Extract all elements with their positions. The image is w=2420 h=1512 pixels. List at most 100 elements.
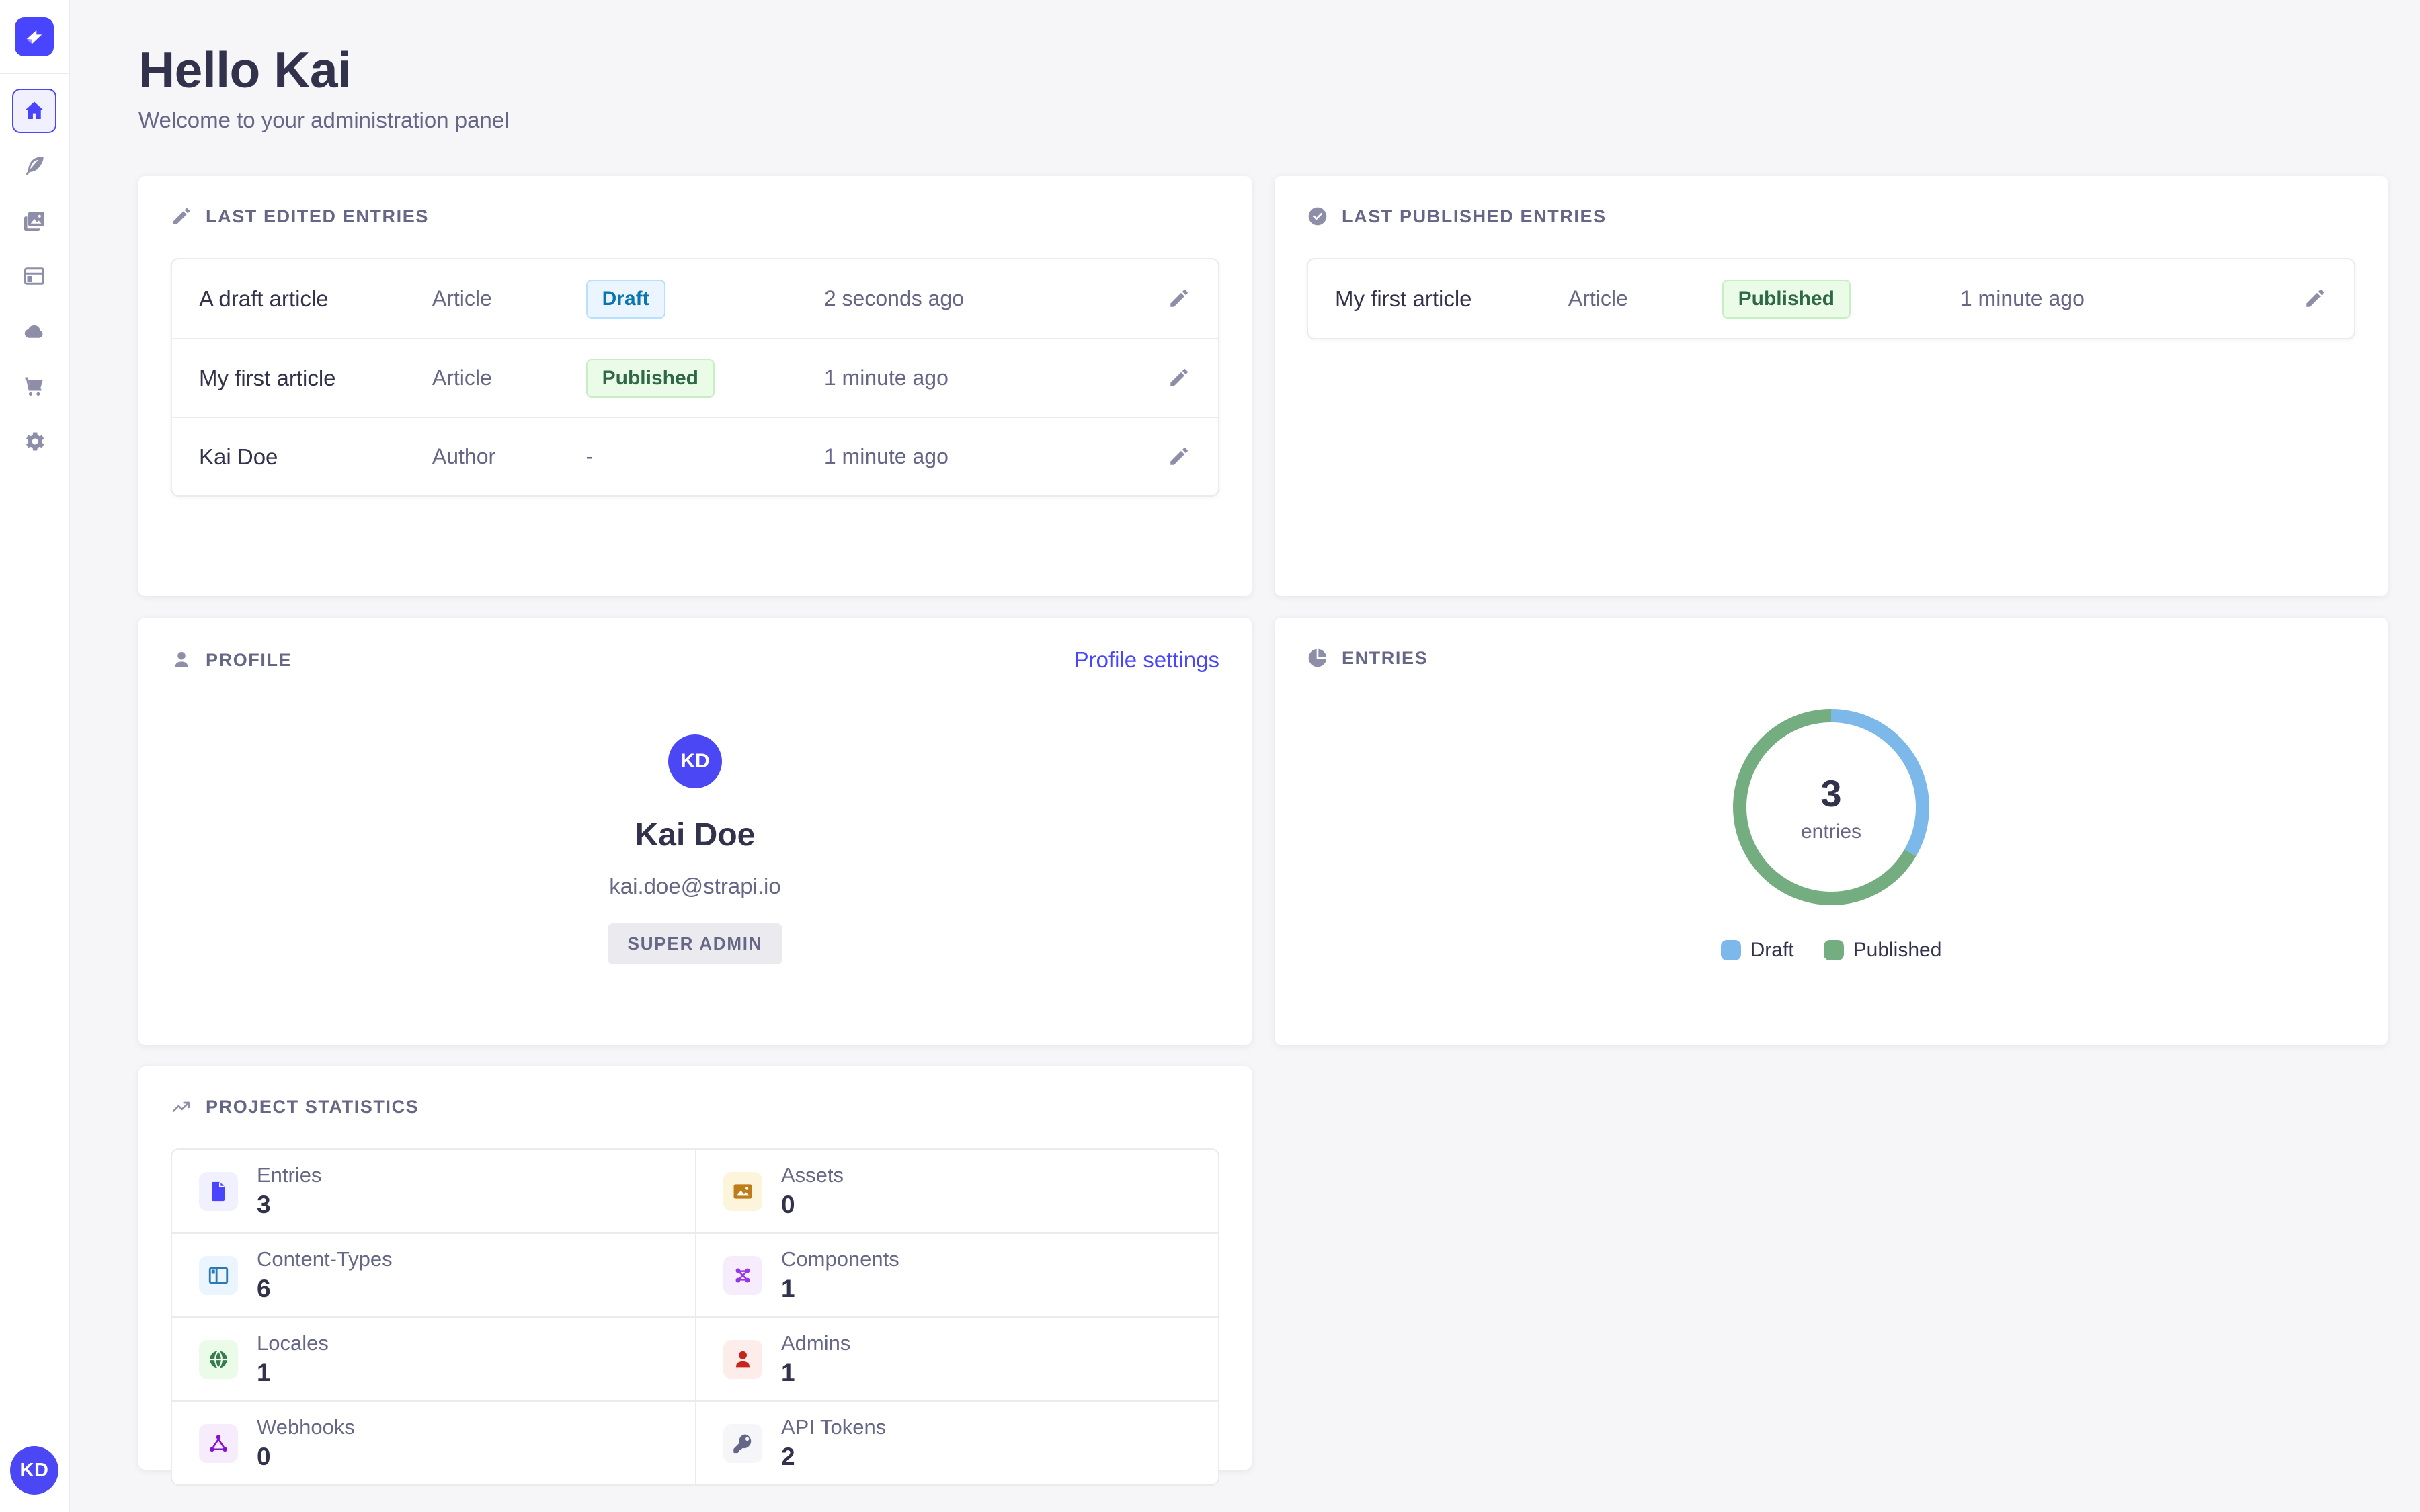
last-published-entries-header: LAST PUBLISHED ENTRIES	[1307, 206, 2355, 227]
last-published-entries-card: LAST PUBLISHED ENTRIES My first article …	[1275, 176, 2388, 596]
entry-time: 1 minute ago	[824, 444, 1092, 469]
stat-label: Webhooks	[257, 1415, 355, 1439]
entries-header: ENTRIES	[1307, 647, 2355, 669]
stat-value: 0	[257, 1443, 355, 1471]
pie-chart-icon	[1307, 647, 1328, 669]
donut-total-label: entries	[1801, 821, 1861, 843]
stat-icon-tile	[199, 1172, 238, 1211]
entry-time: 1 minute ago	[1960, 286, 2228, 311]
stat-icon-tile	[723, 1172, 762, 1211]
edit-pencil-icon	[1168, 366, 1191, 389]
stat-label: Components	[781, 1247, 899, 1271]
stat-icon	[731, 1180, 754, 1203]
profile-card: PROFILE Profile settings KD Kai Doe kai.…	[138, 618, 1252, 1045]
dashboard-grid: LAST EDITED ENTRIES A draft article Arti…	[138, 176, 2388, 1470]
sidebar-logo-section	[0, 0, 69, 74]
check-circle-icon	[1307, 206, 1328, 227]
stat-icon	[731, 1348, 754, 1371]
marketplace[interactable]	[12, 364, 56, 409]
stat-cell: Webhooks 0	[172, 1400, 695, 1484]
stat-icon-tile	[199, 1424, 238, 1463]
stat-icon	[731, 1432, 754, 1455]
profile-settings-link[interactable]: Profile settings	[1074, 647, 1219, 673]
content-type-builder[interactable]	[12, 254, 56, 298]
entry-title: My first article	[1335, 286, 1568, 312]
stat-cell: Admins 1	[695, 1316, 1218, 1400]
card-title: PROFILE	[206, 650, 292, 671]
cloud[interactable]	[12, 309, 56, 353]
table-row[interactable]: Kai Doe Author - 1 minute ago	[172, 417, 1218, 495]
last-edited-entries-card: LAST EDITED ENTRIES A draft article Arti…	[138, 176, 1252, 596]
stat-label: Admins	[781, 1331, 850, 1355]
entry-time: 2 seconds ago	[824, 286, 1092, 311]
legend-label: Draft	[1750, 939, 1794, 962]
pencil-icon	[171, 206, 192, 227]
edit-entry-button[interactable]	[1167, 287, 1191, 311]
legend-swatch	[1721, 940, 1741, 960]
media-library[interactable]	[12, 199, 56, 243]
entry-title: Kai Doe	[199, 444, 432, 470]
content-manager[interactable]	[12, 144, 56, 188]
status-badge: Published	[586, 359, 715, 398]
edit-entry-button[interactable]	[2303, 287, 2327, 311]
main-content: Hello Kai Welcome to your administration…	[70, 0, 2420, 1512]
entry-type: Article	[1568, 286, 1722, 311]
profile-body: KD Kai Doe kai.doe@strapi.io SUPER ADMIN	[171, 673, 1219, 964]
sidebar-nav	[12, 74, 56, 464]
stat-icon	[207, 1264, 230, 1287]
entry-type: Author	[432, 444, 586, 469]
entry-title: My first article	[199, 366, 432, 391]
stat-cell: Locales 1	[172, 1316, 695, 1400]
table-row[interactable]: My first article Article Published 1 min…	[1308, 259, 2354, 338]
table-row[interactable]: My first article Article Published 1 min…	[172, 338, 1218, 417]
edit-entry-button[interactable]	[1167, 366, 1191, 390]
stat-icon-tile	[723, 1424, 762, 1463]
stat-cell: API Tokens 2	[695, 1400, 1218, 1484]
stat-cell: Components 1	[695, 1232, 1218, 1316]
project-statistics-card: PROJECT STATISTICS Entries 3	[138, 1066, 1252, 1470]
role-badge: SUPER ADMIN	[608, 923, 783, 964]
stat-icon	[731, 1264, 754, 1287]
stat-label: Entries	[257, 1163, 321, 1187]
strapi-logo-icon	[22, 25, 46, 49]
stat-label: Locales	[257, 1331, 329, 1355]
stat-value: 0	[781, 1191, 844, 1219]
card-title: LAST PUBLISHED ENTRIES	[1342, 206, 1607, 227]
sidebar: KD	[0, 0, 70, 1512]
user-avatar[interactable]: KD	[10, 1446, 58, 1495]
entry-type: Article	[432, 286, 586, 311]
trend-up-icon	[171, 1096, 192, 1118]
stat-label: API Tokens	[781, 1415, 886, 1439]
table-row[interactable]: A draft article Article Draft 2 seconds …	[172, 259, 1218, 338]
stat-cell: Content-Types 6	[172, 1232, 695, 1316]
entries-donut-chart: 3 entries	[1730, 706, 1932, 908]
status-badge: Draft	[586, 280, 666, 319]
last-edited-entries-table: A draft article Article Draft 2 seconds …	[171, 258, 1219, 497]
settings[interactable]	[12, 419, 56, 464]
entry-title: A draft article	[199, 286, 432, 312]
stat-icon	[207, 1432, 230, 1455]
entry-type: Article	[432, 366, 586, 390]
home[interactable]	[12, 89, 56, 133]
profile-avatar: KD	[668, 734, 722, 788]
project-statistics-header: PROJECT STATISTICS	[171, 1096, 1219, 1118]
page-subtitle: Welcome to your administration panel	[138, 108, 2388, 133]
donut-legend: Draft Published	[1307, 939, 2355, 962]
profile-email: kai.doe@strapi.io	[171, 874, 1219, 899]
profile-name: Kai Doe	[171, 816, 1219, 853]
last-published-entries-table: My first article Article Published 1 min…	[1307, 258, 2355, 339]
app-root: KD Hello Kai Welcome to your administrat…	[0, 0, 2420, 1512]
person-icon	[171, 649, 192, 671]
edit-entry-button[interactable]	[1167, 445, 1191, 469]
card-title: ENTRIES	[1342, 648, 1428, 669]
strapi-logo[interactable]	[15, 17, 54, 56]
donut-center: 3 entries	[1730, 706, 1932, 908]
stat-icon-tile	[723, 1256, 762, 1295]
legend-swatch	[1824, 940, 1844, 960]
stat-icon-tile	[723, 1340, 762, 1379]
legend-item: Draft	[1721, 939, 1794, 962]
edit-pencil-icon	[1168, 287, 1191, 310]
stat-value: 1	[781, 1359, 850, 1387]
page-title: Hello Kai	[138, 42, 2388, 98]
stat-icon	[207, 1180, 230, 1203]
